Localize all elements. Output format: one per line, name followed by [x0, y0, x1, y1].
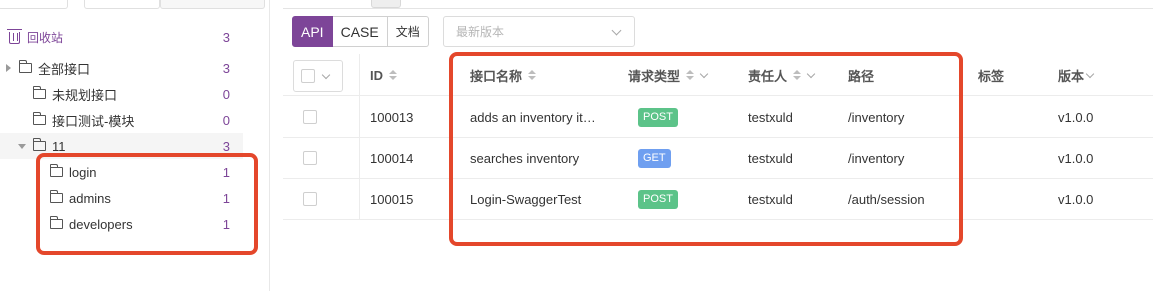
row-checkbox[interactable] [303, 192, 317, 206]
cell-version: v1.0.0 [1058, 192, 1094, 207]
folder-icon [33, 112, 46, 125]
method-badge: POST [638, 108, 678, 127]
select-all-checkbox[interactable] [301, 69, 315, 83]
tree-node-developers[interactable]: developers 1 [0, 211, 243, 237]
sidebar: 回收站 3 全部接口 3 未规划接口 0 接口测试-模块 0 11 3 logi… [0, 0, 270, 291]
chevron-down-icon [611, 25, 622, 36]
tree-node-admins[interactable]: admins 1 [0, 185, 243, 211]
tree-node-count: 1 [222, 164, 230, 180]
cell-id: 100015 [370, 192, 414, 207]
column-header-label: 路径 [848, 68, 875, 84]
tree-node-count: 3 [222, 60, 230, 76]
table-header: ID 接口名称 请求类型 责任人 路径 标签 版本 [283, 54, 1153, 96]
tab-api[interactable]: API [292, 16, 333, 47]
column-header-method[interactable]: 请求类型 [628, 54, 709, 96]
folder-icon [33, 86, 46, 99]
chevron-down-icon [321, 70, 331, 79]
sidebar-top-tab[interactable] [160, 0, 265, 9]
column-header-label: 版本 [1058, 68, 1085, 84]
expand-toggle[interactable] [17, 141, 27, 151]
tree-node-count: 0 [222, 86, 230, 102]
tree-node-label: 未规划接口 [52, 87, 118, 103]
sort-icon[interactable] [389, 70, 397, 80]
main-panel: API CASE 文档 最新版本 ID 接口名称 请求类型 责任人 路径 标签 … [283, 0, 1153, 291]
cell-owner: testxuld [748, 192, 793, 207]
column-header-tags: 标签 [978, 54, 1004, 96]
cell-owner: testxuld [748, 110, 793, 125]
tree-node-count: 1 [222, 190, 230, 206]
column-header-owner[interactable]: 责任人 [748, 54, 816, 96]
cell-name[interactable]: searches inventory [470, 138, 612, 179]
divider [283, 0, 1153, 9]
tree-node-label: 接口测试-模块 [52, 113, 135, 129]
cell-name[interactable]: Login-SwaggerTest [470, 179, 612, 220]
tree-node-all-apis[interactable]: 全部接口 3 [0, 55, 243, 81]
select-all-dropdown[interactable] [293, 60, 343, 92]
cell-path: /auth/session [848, 192, 925, 207]
cell-id: 100014 [370, 151, 414, 166]
version-select-placeholder: 最新版本 [456, 25, 505, 39]
sidebar-top-tab[interactable] [84, 0, 160, 9]
sidebar-item-trash[interactable]: 回收站 3 [0, 24, 243, 50]
column-header-path: 路径 [848, 54, 874, 96]
column-header-version[interactable]: 版本 [1058, 54, 1095, 96]
panel-tab[interactable] [371, 0, 401, 8]
trash-icon [7, 29, 22, 44]
tree-node-login[interactable]: login 1 [0, 159, 243, 185]
column-header-label: 请求类型 [628, 68, 681, 84]
tree-node-label: developers [69, 216, 133, 232]
folder-icon [19, 60, 32, 73]
row-checkbox[interactable] [303, 151, 317, 165]
column-header-label: ID [370, 67, 383, 83]
tree-node-count: 0 [222, 112, 230, 128]
sidebar-top-tab[interactable] [0, 0, 68, 9]
folder-icon [50, 216, 63, 229]
cell-version: v1.0.0 [1058, 110, 1094, 125]
filter-icon[interactable] [806, 69, 816, 78]
expand-toggle[interactable] [3, 63, 13, 73]
sort-icon[interactable] [528, 70, 537, 80]
tab-docs[interactable]: 文档 [387, 16, 429, 47]
folder-icon [50, 190, 63, 203]
folder-icon [50, 164, 63, 177]
folder-icon [33, 138, 46, 151]
tree-node-11[interactable]: 11 3 [0, 133, 243, 159]
sort-icon[interactable] [793, 70, 802, 80]
column-header-label: 责任人 [748, 68, 788, 84]
tab-case[interactable]: CASE [332, 16, 388, 47]
method-badge: GET [638, 149, 671, 168]
column-header-name[interactable]: 接口名称 [470, 54, 537, 96]
view-switcher: API CASE 文档 [292, 16, 429, 47]
sidebar-item-label: 回收站 [27, 30, 64, 45]
cell-id: 100013 [370, 110, 414, 125]
cell-path: /inventory [848, 151, 905, 166]
tree-node-label: 全部接口 [38, 61, 91, 77]
method-badge: POST [638, 190, 678, 209]
tree-node-unplanned[interactable]: 未规划接口 0 [0, 81, 243, 107]
cell-path: /inventory [848, 110, 905, 125]
column-header-id[interactable]: ID [370, 54, 397, 96]
filter-icon[interactable] [699, 69, 709, 78]
filter-icon[interactable] [1085, 69, 1095, 78]
column-header-label: 接口名称 [470, 68, 523, 84]
tree-node-count: 1 [222, 216, 230, 232]
row-checkbox[interactable] [303, 110, 317, 124]
tree-node-count: 3 [222, 138, 230, 154]
table-row[interactable]: 100013 adds an inventory it… POST testxu… [283, 97, 1153, 138]
sidebar-item-count: 3 [222, 29, 230, 45]
tree-node-test-module[interactable]: 接口测试-模块 0 [0, 107, 243, 133]
cell-version: v1.0.0 [1058, 151, 1094, 166]
tree-node-label: login [69, 164, 97, 180]
sort-icon[interactable] [686, 70, 695, 80]
version-select[interactable]: 最新版本 [443, 16, 635, 47]
column-header-label: 标签 [978, 68, 1005, 84]
tree-node-label: admins [69, 190, 111, 206]
cell-name[interactable]: adds an inventory it… [470, 97, 612, 138]
table-row[interactable]: 100014 searches inventory GET testxuld /… [283, 138, 1153, 179]
table-row[interactable]: 100015 Login-SwaggerTest POST testxuld /… [283, 179, 1153, 220]
cell-owner: testxuld [748, 151, 793, 166]
tree-node-label: 11 [52, 138, 66, 154]
